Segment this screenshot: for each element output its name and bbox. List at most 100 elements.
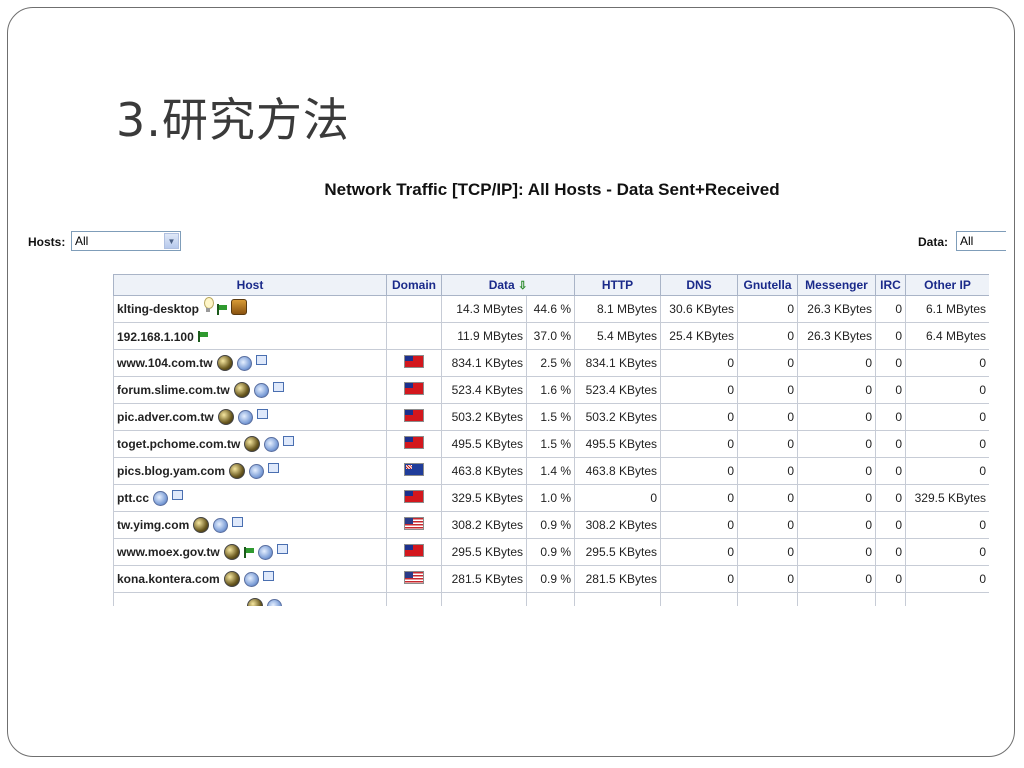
new-window-icon[interactable]: [272, 382, 284, 392]
status-ball-icon: [244, 436, 261, 452]
host-link[interactable]: pic.adver.com.tw: [117, 410, 214, 424]
dns-cell: 30.6 KBytes: [660, 295, 739, 323]
other-ip-cell: 0: [905, 349, 989, 377]
dns-cell: 0: [660, 484, 739, 512]
host-link[interactable]: kona.kontera.com: [117, 572, 220, 586]
data-label: Data:: [918, 235, 949, 249]
lightbulb-icon: [203, 297, 215, 313]
new-window-icon[interactable]: [256, 409, 268, 419]
col-header-other-ip[interactable]: Other IP: [905, 274, 989, 296]
messenger-cell: 0: [797, 484, 877, 512]
host-link[interactable]: www.104.com.tw: [117, 356, 213, 370]
data-cell: 11.9 MBytes: [441, 322, 527, 350]
empty-cell: [525, 592, 576, 606]
globe-icon: [253, 382, 269, 398]
new-window-icon[interactable]: [172, 490, 184, 501]
host-link[interactable]: tw.yimg.com: [117, 518, 189, 532]
flag-australia-icon: [404, 463, 424, 476]
gnutella-cell: 0: [737, 484, 799, 512]
other-ip-cell: 0: [905, 430, 989, 458]
irc-cell: 0: [875, 322, 907, 350]
col-header-messenger[interactable]: Messenger: [797, 274, 877, 296]
empty-cell: [386, 592, 442, 606]
messenger-cell: 0: [797, 430, 877, 458]
irc-cell: 0: [875, 565, 907, 593]
data-cell: 308.2 KBytes: [441, 511, 527, 539]
gnutella-cell: 0: [737, 538, 799, 566]
hosts-select[interactable]: All ▼: [71, 231, 181, 251]
globe-icon: [237, 409, 253, 425]
irc-cell: 0: [875, 403, 907, 431]
messenger-cell: 0: [797, 511, 877, 539]
col-header-domain[interactable]: Domain: [386, 274, 442, 296]
hosts-select-value: All: [75, 234, 89, 248]
host-link[interactable]: forum.slime.com.tw: [117, 383, 230, 397]
new-window-icon[interactable]: [232, 517, 244, 527]
dns-cell: 0: [660, 403, 739, 431]
host-link[interactable]: toget.pchome.com.tw: [117, 437, 240, 451]
new-window-icon[interactable]: [283, 436, 295, 446]
host-link[interactable]: 192.168.1.100: [117, 329, 194, 343]
globe-icon: [264, 436, 280, 452]
col-header-data[interactable]: Data ⇩: [440, 274, 576, 296]
status-ball-icon: [216, 355, 233, 371]
irc-cell: 0: [875, 430, 907, 458]
host-link[interactable]: pics.blog.yam.com: [117, 464, 225, 478]
data-select-value: All: [960, 234, 974, 248]
status-ball-icon: [223, 544, 240, 560]
table-row: forum.slime.com.tw 523.4 KBytes 1.6 % 523.4…: [113, 376, 989, 404]
new-window-icon[interactable]: [268, 463, 280, 473]
col-header-gnutella[interactable]: Gnutella: [737, 274, 799, 296]
gnutella-cell: 0: [737, 349, 799, 377]
new-window-icon[interactable]: [262, 571, 274, 581]
host-link[interactable]: ptt.cc: [117, 491, 149, 505]
other-ip-cell: 0: [905, 511, 989, 539]
data-percent-cell: 1.0 %: [525, 484, 576, 512]
messenger-cell: 0: [797, 565, 877, 593]
data-cell: 463.8 KBytes: [441, 457, 527, 485]
globe-icon: [213, 517, 229, 533]
dns-cell: 0: [660, 457, 739, 485]
globe-icon: [249, 463, 265, 479]
empty-cell: [441, 592, 527, 606]
domain-cell: [386, 484, 442, 512]
data-percent-cell: 0.9 %: [525, 538, 576, 566]
http-cell: 281.5 KBytes: [574, 565, 662, 593]
flag-taiwan-icon: [404, 409, 424, 422]
new-window-icon[interactable]: [276, 544, 288, 554]
gnutella-cell: 0: [737, 403, 799, 431]
chevron-down-icon[interactable]: ▼: [164, 233, 179, 249]
flag-usa-icon: [404, 517, 424, 530]
domain-cell: [386, 457, 442, 485]
host-cell: pic.adver.com.tw: [113, 403, 387, 431]
flag-taiwan-icon: [404, 544, 424, 557]
traffic-table-container: Host Domain Data ⇩ HTTP DNS Gnutella Mes…: [113, 274, 989, 606]
data-cell: 329.5 KBytes: [441, 484, 527, 512]
data-select[interactable]: All: [956, 231, 1006, 251]
table-row: kona.kontera.com 281.5 KBytes 0.9 % 281.5 K…: [113, 565, 989, 593]
irc-cell: 0: [875, 376, 907, 404]
globe-icon: [236, 355, 252, 371]
domain-cell: [386, 376, 442, 404]
data-percent-cell: 0.9 %: [525, 565, 576, 593]
status-ball-icon: [233, 382, 250, 398]
host-cell: 192.168.1.100: [113, 322, 387, 350]
globe-icon: [267, 598, 282, 606]
messenger-cell: 0: [797, 457, 877, 485]
col-header-dns[interactable]: DNS: [660, 274, 739, 296]
new-window-icon[interactable]: [255, 355, 267, 365]
irc-cell: 0: [875, 295, 907, 323]
traffic-table: Host Domain Data ⇩ HTTP DNS Gnutella Mes…: [113, 274, 989, 606]
other-ip-cell: 0: [905, 565, 989, 593]
host-link[interactable]: www.moex.gov.tw: [117, 545, 220, 559]
col-header-host[interactable]: Host: [113, 274, 387, 296]
other-ip-cell: 6.1 MBytes: [905, 295, 989, 323]
data-cell: 503.2 KBytes: [441, 403, 527, 431]
dns-cell: 0: [660, 565, 739, 593]
irc-cell: 0: [875, 349, 907, 377]
empty-cell: [797, 592, 877, 606]
host-link[interactable]: klting-desktop: [117, 302, 199, 316]
slide-title: 3.研究方法: [116, 93, 350, 147]
col-header-irc[interactable]: IRC: [875, 274, 907, 296]
col-header-http[interactable]: HTTP: [574, 274, 662, 296]
